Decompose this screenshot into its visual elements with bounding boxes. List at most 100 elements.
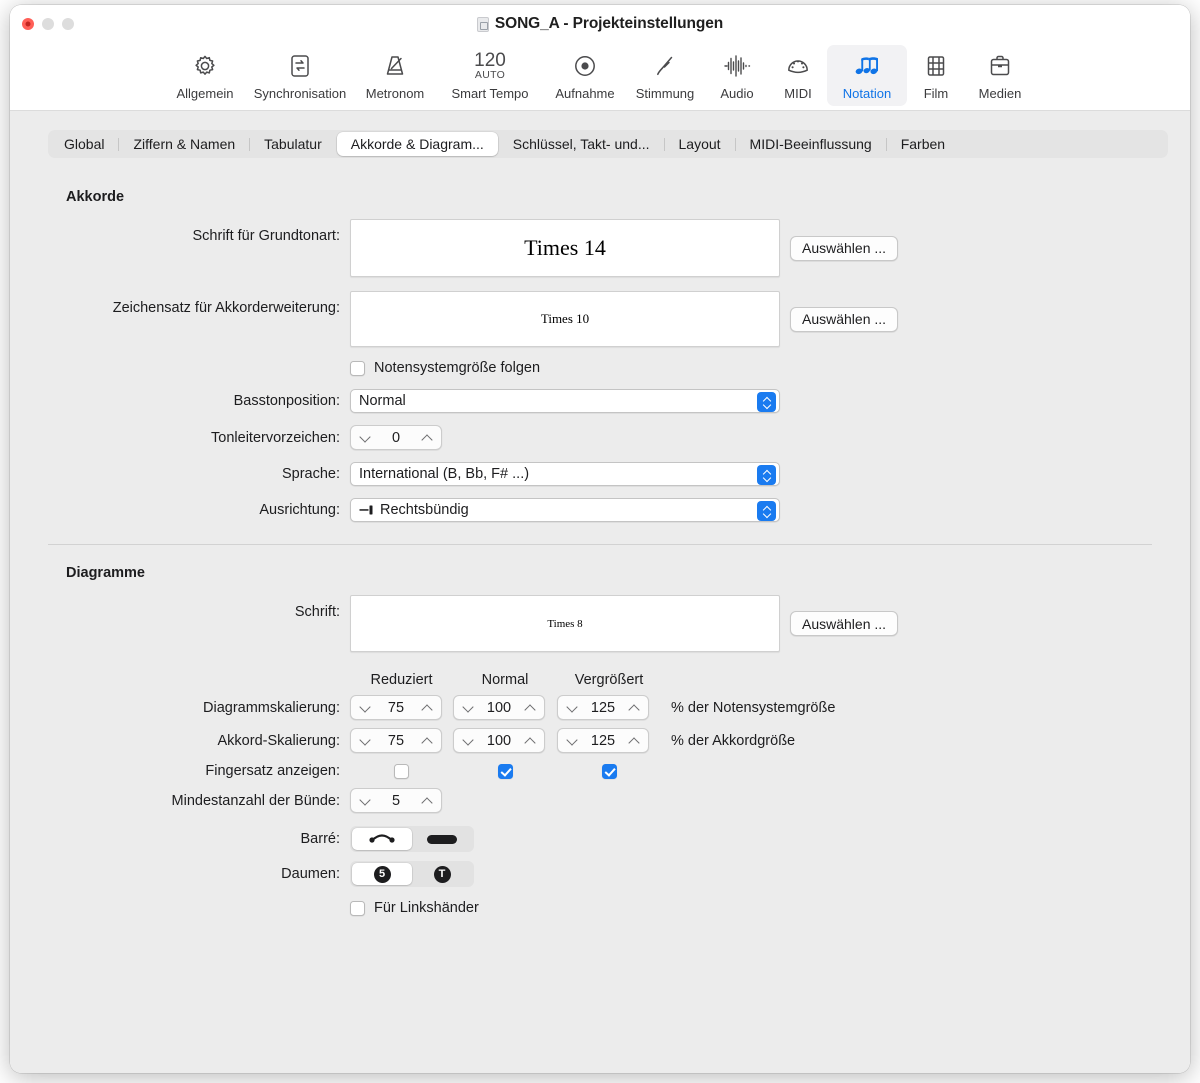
barre-bar-icon: [427, 834, 457, 844]
label-diagramm-schrift: Schrift:: [294, 604, 340, 620]
row-sprache: Sprache: International (B, Bb, F# ...): [48, 462, 1152, 486]
checkbox-fuer-linkshaender[interactable]: Für Linkshänder: [350, 900, 479, 916]
stepper-diagrammskalierung-normal[interactable]: 100: [453, 695, 545, 720]
barre-option-bar[interactable]: [412, 828, 472, 850]
row-fingersatz: Fingersatz anzeigen:: [48, 763, 1152, 779]
stepper-up-icon[interactable]: [422, 704, 432, 711]
segmented-control-daumen[interactable]: 5 T: [350, 861, 474, 887]
daumen-option-number[interactable]: 5: [352, 863, 412, 885]
select-basstonposition[interactable]: Normal: [350, 389, 780, 413]
segmented-control-barre[interactable]: [350, 826, 474, 852]
select-ausrichtung[interactable]: Rechtsbündig: [350, 498, 780, 522]
stepper-up-icon[interactable]: [629, 737, 639, 744]
toolbar-item-notation[interactable]: Notation: [827, 45, 907, 106]
stepper-mindestanzahl-buende[interactable]: 5: [350, 788, 442, 813]
select-value: Normal: [359, 393, 406, 409]
cell-fingersatz-normal: [453, 763, 557, 779]
font-preview-grundtonart[interactable]: Times 14: [350, 219, 780, 277]
select-sprache[interactable]: International (B, Bb, F# ...): [350, 462, 780, 486]
stepper-diagrammskalierung-vergroessert[interactable]: 125: [557, 695, 649, 720]
label-basstonposition: Basstonposition:: [233, 393, 340, 409]
toolbar-item-midi[interactable]: MIDI: [769, 45, 827, 106]
stepper-value: 75: [387, 732, 405, 749]
daumen-option-thumb[interactable]: T: [412, 863, 472, 885]
row-ausrichtung: Ausrichtung: Rechtsbündig: [48, 498, 1152, 522]
stepper-down-icon[interactable]: [360, 434, 370, 441]
title-bar: SONG_A - Projekteinstellungen: [10, 5, 1190, 43]
stepper-value: 5: [391, 792, 401, 809]
font-preview-diagramm[interactable]: Times 8: [350, 595, 780, 652]
stepper-akkord-skalierung-reduziert[interactable]: 75: [350, 728, 442, 753]
font-preview-erweiterung[interactable]: Times 10: [350, 291, 780, 347]
tab-global[interactable]: Global: [50, 132, 118, 156]
window-controls[interactable]: [22, 18, 74, 30]
stepper-down-icon[interactable]: [567, 737, 577, 744]
choose-font-grundtonart-button[interactable]: Auswählen ...: [790, 235, 899, 261]
stepper-diagrammskalierung-reduziert[interactable]: 75: [350, 695, 442, 720]
choose-font-erweiterung-button[interactable]: Auswählen ...: [790, 306, 899, 332]
stepper-down-icon[interactable]: [360, 704, 370, 711]
tab-midi-beeinflussung[interactable]: MIDI-Beeinflussung: [736, 132, 886, 156]
align-right-icon: [359, 504, 374, 516]
minimize-button[interactable]: [42, 18, 54, 30]
stepper-up-icon[interactable]: [629, 704, 639, 711]
toolbar-item-aufnahme[interactable]: Aufnahme: [545, 45, 625, 106]
checkbox-fingersatz-reduziert[interactable]: [394, 763, 409, 779]
cell-vergroessert: 125: [557, 695, 661, 720]
toolbar-item-smart-tempo[interactable]: 120 AUTO Smart Tempo: [435, 45, 545, 106]
tab-akkorde-diagramme[interactable]: Akkorde & Diagram...: [336, 132, 498, 156]
cell-fingersatz-vergroessert: [557, 763, 661, 779]
stepper-up-icon[interactable]: [525, 737, 535, 744]
checkbox-notensystemgroesse-folgen[interactable]: Notensystemgröße folgen: [350, 360, 540, 376]
tempo-mode: AUTO: [474, 68, 506, 81]
stepper-up-icon[interactable]: [422, 737, 432, 744]
checkbox-box[interactable]: [350, 360, 365, 376]
tab-tabulatur[interactable]: Tabulatur: [250, 132, 336, 156]
toolbar-item-medien[interactable]: Medien: [965, 45, 1035, 106]
row-mindestanzahl-buende: Mindestanzahl der Bünde: 5: [48, 788, 1152, 813]
toolbar-item-stimmung[interactable]: Stimmung: [625, 45, 705, 106]
checkbox-box[interactable]: [350, 900, 365, 916]
chevron-updown-icon[interactable]: [757, 501, 776, 521]
cell-reduziert: 75: [350, 695, 453, 720]
tab-layout[interactable]: Layout: [665, 132, 735, 156]
settings-body: Global Ziffern & Namen Tabulatur Akkorde…: [10, 110, 1190, 1073]
toolbar-item-audio[interactable]: Audio: [705, 45, 769, 106]
toolbar-label: Film: [923, 86, 949, 101]
stepper-up-icon[interactable]: [422, 797, 432, 804]
chevron-updown-icon[interactable]: [757, 392, 776, 412]
finger-number-icon: 5: [373, 865, 391, 883]
window-title: SONG_A - Projekteinstellungen: [494, 15, 724, 32]
close-button[interactable]: [22, 18, 34, 30]
tab-schluessel-takt[interactable]: Schlüssel, Takt- und...: [499, 132, 664, 156]
zoom-button[interactable]: [62, 18, 74, 30]
stepper-up-icon[interactable]: [525, 704, 535, 711]
stepper-akkord-skalierung-normal[interactable]: 100: [453, 728, 545, 753]
stepper-akkord-skalierung-vergroessert[interactable]: 125: [557, 728, 649, 753]
tab-farben[interactable]: Farben: [887, 132, 959, 156]
stepper-down-icon[interactable]: [360, 737, 370, 744]
stepper-value: 100: [486, 732, 512, 749]
chevron-updown-icon[interactable]: [757, 465, 776, 485]
column-header-vergroessert: Vergrößert: [574, 672, 644, 688]
suffix-diagrammskalierung: % der Notensystemgröße: [671, 699, 836, 716]
stepper-down-icon[interactable]: [463, 704, 473, 711]
toolbar-item-allgemein[interactable]: Allgemein: [165, 45, 245, 106]
gear-icon: [186, 50, 224, 82]
stepper-up-icon[interactable]: [422, 434, 432, 441]
stepper-down-icon[interactable]: [463, 737, 473, 744]
stepper-tonleitervorzeichen[interactable]: 0: [350, 425, 442, 450]
cell-normal: 100: [453, 695, 557, 720]
choose-font-diagramm-button[interactable]: Auswählen ...: [790, 611, 899, 636]
tab-label: MIDI-Beeinflussung: [749, 136, 872, 152]
toolbar-item-film[interactable]: Film: [907, 45, 965, 106]
tab-ziffern-namen[interactable]: Ziffern & Namen: [119, 132, 249, 156]
checkbox-fingersatz-vergroessert[interactable]: [601, 763, 617, 779]
barre-option-arc[interactable]: [352, 828, 412, 850]
stepper-down-icon[interactable]: [360, 797, 370, 804]
toolbar-item-metronom[interactable]: Metronom: [355, 45, 435, 106]
tempo-icon: 120 AUTO: [471, 50, 509, 82]
checkbox-fingersatz-normal[interactable]: [497, 763, 513, 779]
toolbar-item-synchronisation[interactable]: Synchronisation: [245, 45, 355, 106]
stepper-down-icon[interactable]: [567, 704, 577, 711]
